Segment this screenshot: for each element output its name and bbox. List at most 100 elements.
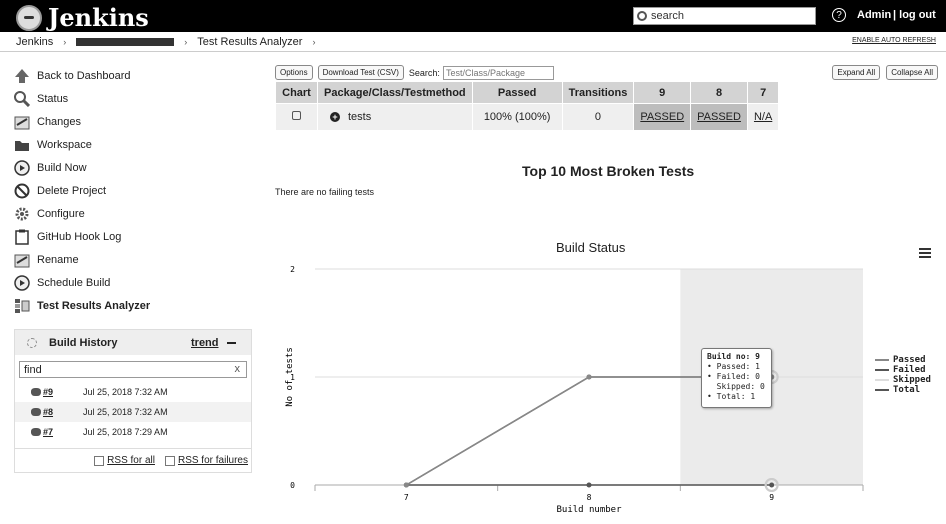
legend-swatch [875,359,889,361]
redacted-project-name[interactable] [76,37,175,46]
collapse-icon[interactable] [227,342,236,344]
legend-item-skipped[interactable]: Skipped [875,375,931,385]
rss-all-link[interactable]: RSS for all [94,455,155,466]
user-link[interactable]: Admin [857,9,891,21]
y-tick-label: 0 [290,481,295,490]
sidebar-item-label: Configure [37,207,85,220]
sidebar-item-configure[interactable]: Configure [14,202,254,225]
breadcrumb-root[interactable]: Jenkins [16,36,53,48]
chart-menu-icon[interactable] [919,248,931,260]
rss-icon [94,455,105,466]
options-button[interactable]: Options [275,65,313,80]
sidebar-item-label: Delete Project [37,184,107,197]
sidebar: Back to Dashboard Status Changes Workspa… [14,64,254,317]
chevron-right-icon: › [312,36,316,47]
chart-checkbox[interactable] [292,111,301,120]
notepad-icon [14,252,30,268]
tooltip-skipped: Skipped: 0 [716,382,765,391]
build-9-status[interactable]: PASSED [633,103,692,131]
build-list: #9 Jul 25, 2018 7:32 AM #8 Jul 25, 2018 … [15,382,251,442]
sidebar-item-label: Schedule Build [37,276,111,289]
enable-auto-refresh-link[interactable]: ENABLE AUTO REFRESH [852,37,936,44]
trend-link[interactable]: trend [191,337,219,349]
build-history-header: Build History trend [15,330,251,355]
search-icon [637,11,647,21]
sidebar-item-status[interactable]: Status [14,87,254,110]
sidebar-item-label: Back to Dashboard [37,69,131,82]
test-name-cell: + tests [317,103,473,131]
legend-label: Total [893,385,921,395]
help-icon[interactable]: ? [832,8,846,22]
data-point-passed [403,482,409,488]
sidebar-item-changes[interactable]: Changes [14,110,254,133]
build-8-status[interactable]: PASSED [690,103,748,131]
weather-icon [27,337,37,348]
build-number-link[interactable]: #7 [43,427,83,437]
build-7-status[interactable]: N/A [746,103,780,131]
logout-label: log out [899,9,936,21]
build-status-ball-icon [31,428,41,436]
build-row[interactable]: #9 Jul 25, 2018 7:32 AM [15,382,251,402]
transitions-cell: 0 [561,103,635,131]
tooltip-passed: • Passed: 1 [707,362,760,371]
download-csv-button[interactable]: Download Test (CSV) [317,65,404,80]
sidebar-item-rename[interactable]: Rename [14,248,254,271]
legend-label: Passed [893,355,926,365]
results-table: Chart Package/Class/Testmethod Passed Tr… [275,81,780,131]
expand-plus-icon[interactable]: + [330,112,340,122]
data-point-passed [586,374,592,380]
tooltip-total: • Total: 1 [707,392,756,401]
build-date: Jul 25, 2018 7:29 AM [83,427,168,437]
chart-legend: Passed Failed Skipped Total [875,355,931,395]
column-header: Chart [275,81,318,104]
legend-item-passed[interactable]: Passed [875,355,931,365]
rss-links: RSS for all RSS for failures [15,448,251,472]
folder-icon [14,137,30,153]
sidebar-item-schedule-build[interactable]: Schedule Build [14,271,254,294]
analyzer-icon [14,298,30,314]
sidebar-item-label: Build Now [37,161,87,174]
up-arrow-icon [14,68,30,84]
no-failing-tests-message: There are no failing tests [275,187,375,197]
sidebar-item-delete-project[interactable]: Delete Project [14,179,254,202]
build-history-find-input[interactable]: find x [19,361,247,378]
collapse-all-button[interactable]: Collapse All [886,65,938,80]
x-tick-label: 9 [769,493,774,502]
notepad-icon [14,114,30,130]
sidebar-item-workspace[interactable]: Workspace [14,133,254,156]
clipboard-icon [14,229,30,245]
jenkins-butler-icon [16,4,42,31]
find-value: find [24,363,42,376]
rss-all-label: RSS for all [107,455,155,466]
sidebar-item-label: Workspace [37,138,92,151]
test-search-input[interactable] [442,65,554,80]
build-row[interactable]: #7 Jul 25, 2018 7:29 AM [15,422,251,442]
build-date: Jul 25, 2018 7:32 AM [83,387,168,397]
rss-failures-label: RSS for failures [177,455,248,466]
chart-title: Build Status [556,240,626,255]
legend-item-failed[interactable]: Failed [875,365,931,375]
build-status-chart: 012 789 No of tests Build number [285,265,864,515]
clock-icon [14,159,30,176]
jenkins-logo[interactable]: Jenkins [16,3,149,32]
build-number-link[interactable]: #9 [43,387,83,397]
sidebar-item-build-now[interactable]: Build Now [14,156,254,179]
logout-link[interactable]: | log out [893,9,936,21]
sidebar-item-back-to-dashboard[interactable]: Back to Dashboard [14,64,254,87]
legend-item-total[interactable]: Total [875,385,931,395]
column-header: Transitions [561,81,635,104]
clear-icon[interactable]: x [235,363,241,375]
build-date: Jul 25, 2018 7:32 AM [83,407,168,417]
sidebar-item-github-hook-log[interactable]: GitHub Hook Log [14,225,254,248]
breadcrumb-current[interactable]: Test Results Analyzer [197,36,302,48]
expand-all-button[interactable]: Expand All [832,65,881,80]
expand-collapse-buttons: Expand All Collapse All [826,65,938,80]
search-input[interactable]: search [633,7,816,25]
chart-checkbox-cell [275,103,318,131]
rss-failures-link[interactable]: RSS for failures [164,455,248,466]
sidebar-item-test-results-analyzer[interactable]: Test Results Analyzer [14,294,254,317]
legend-label: Failed [893,365,926,375]
build-number-link[interactable]: #8 [43,407,83,417]
column-header: Passed [471,81,563,104]
build-row[interactable]: #8 Jul 25, 2018 7:32 AM [15,402,251,422]
